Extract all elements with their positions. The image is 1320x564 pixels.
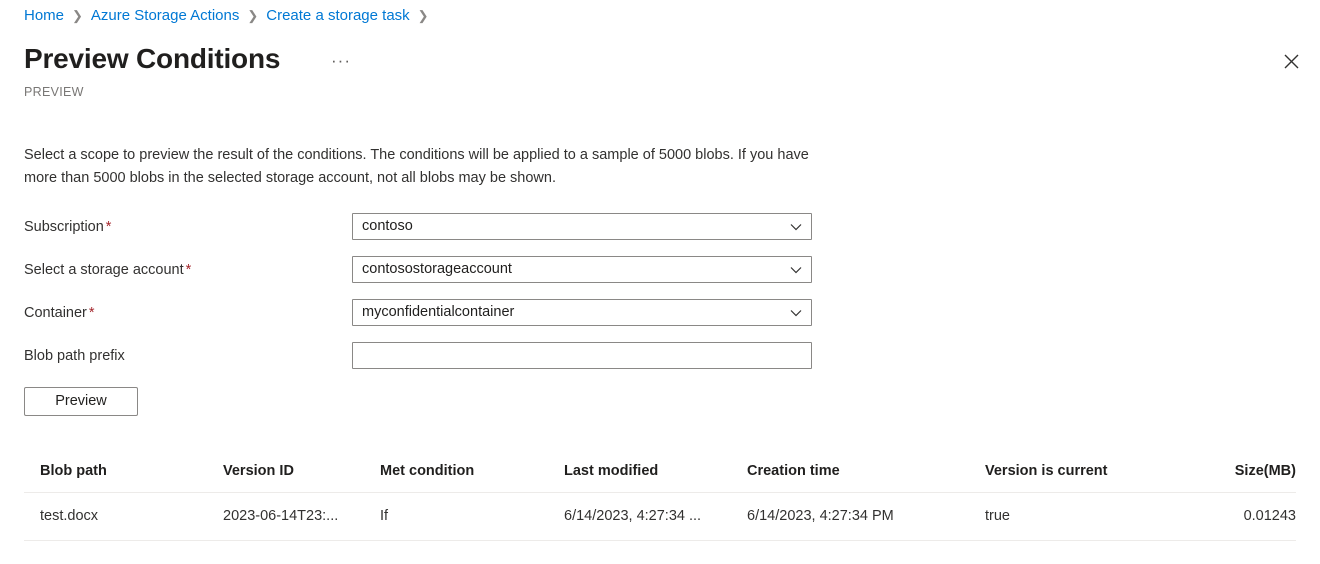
- column-header-size-mb[interactable]: Size(MB): [1186, 450, 1296, 493]
- form-row-subscription: Subscription * contoso: [24, 205, 814, 248]
- cell-blob-path: test.docx: [24, 492, 207, 541]
- breadcrumb-item-create-a-storage-task[interactable]: Create a storage task: [266, 6, 409, 26]
- form-row-container: Container * myconfidentialcontainer: [24, 291, 814, 334]
- label-container: Container *: [24, 303, 352, 323]
- container-dropdown[interactable]: myconfidentialcontainer: [352, 299, 812, 326]
- breadcrumb-item-azure-storage-actions[interactable]: Azure Storage Actions: [91, 6, 239, 26]
- close-button[interactable]: [1275, 45, 1307, 77]
- column-header-last-modified[interactable]: Last modified: [548, 450, 731, 493]
- column-header-blob-path[interactable]: Blob path: [24, 450, 207, 493]
- subscription-dropdown[interactable]: contoso: [352, 213, 812, 240]
- column-header-creation-time[interactable]: Creation time: [731, 450, 969, 493]
- required-asterisk: *: [105, 218, 112, 235]
- label-subscription-text: Subscription: [24, 218, 104, 235]
- breadcrumb-chevron-icon: ❯: [72, 8, 83, 23]
- blob-path-prefix-field[interactable]: [352, 342, 812, 369]
- close-icon: [1284, 54, 1298, 68]
- required-asterisk: *: [88, 304, 95, 321]
- preview-button[interactable]: Preview: [24, 387, 138, 416]
- cell-creation-time: 6/14/2023, 4:27:34 PM: [731, 492, 969, 541]
- label-container-text: Container: [24, 304, 87, 321]
- required-asterisk: *: [185, 261, 192, 278]
- label-blob-path-prefix: Blob path prefix: [24, 347, 125, 364]
- scope-form: Subscription * contoso Select a storage a…: [24, 205, 814, 377]
- table-body: test.docx 2023-06-14T23:... If 6/14/2023…: [24, 492, 1296, 541]
- label-storage-account: Select a storage account *: [24, 260, 352, 280]
- column-header-met-condition[interactable]: Met condition: [364, 450, 548, 493]
- preview-badge: PREVIEW: [24, 85, 84, 99]
- preview-results-table: Blob path Version ID Met condition Last …: [24, 450, 1296, 541]
- cell-version-id: 2023-06-14T23:...: [207, 492, 364, 541]
- storage-account-dropdown[interactable]: contosostorageaccount: [352, 256, 812, 283]
- cell-last-modified: 6/14/2023, 4:27:34 ...: [548, 492, 731, 541]
- column-header-version-is-current[interactable]: Version is current: [969, 450, 1186, 493]
- breadcrumb-chevron-icon: ❯: [417, 8, 429, 23]
- cell-size-mb: 0.01243: [1186, 492, 1296, 541]
- label-subscription: Subscription *: [24, 217, 352, 237]
- container-dropdown-value: myconfidentialcontainer: [362, 304, 515, 320]
- cell-met-condition: If: [364, 492, 548, 541]
- table-row[interactable]: test.docx 2023-06-14T23:... If 6/14/2023…: [24, 492, 1296, 541]
- page-description: Select a scope to preview the result of …: [24, 146, 809, 186]
- subscription-dropdown-value: contoso: [362, 218, 413, 234]
- breadcrumb: Home ❯ Azure Storage Actions ❯ Create a …: [24, 6, 437, 26]
- more-options-icon[interactable]: ···: [328, 50, 354, 72]
- breadcrumb-item-home[interactable]: Home: [24, 6, 64, 26]
- form-row-blob-path-prefix: Blob path prefix: [24, 334, 814, 377]
- label-storage-account-text: Select a storage account: [24, 261, 184, 278]
- cell-version-is-current: true: [969, 492, 1186, 541]
- storage-account-dropdown-value: contosostorageaccount: [362, 261, 512, 277]
- column-header-version-id[interactable]: Version ID: [207, 450, 364, 493]
- page-title: Preview Conditions: [24, 43, 281, 74]
- table-header-row: Blob path Version ID Met condition Last …: [24, 450, 1296, 493]
- breadcrumb-chevron-icon: ❯: [247, 8, 259, 23]
- form-row-storage-account: Select a storage account * contosostorage…: [24, 248, 814, 291]
- table-header: Blob path Version ID Met condition Last …: [24, 450, 1296, 493]
